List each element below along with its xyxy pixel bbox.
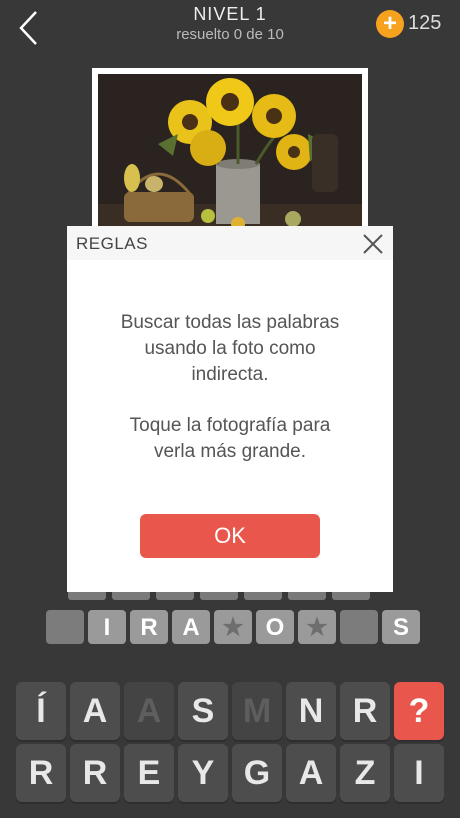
letter-key[interactable]: Í [16, 682, 66, 740]
hidden-letter-row [68, 590, 370, 600]
hint-button[interactable]: ? [394, 682, 444, 740]
letter-key[interactable]: I [394, 744, 444, 802]
dialog-title: REGLAS [76, 234, 148, 253]
rules-text-line: Buscar todas las palabras [120, 312, 340, 333]
puzzle-photo[interactable] [92, 68, 368, 238]
rules-text-line: indirecta. [191, 364, 269, 385]
star-slot[interactable]: ★ [214, 610, 252, 644]
answer-slot[interactable]: O [256, 610, 294, 644]
rules-dialog: REGLAS Buscar todas las palabras usando … [67, 226, 393, 592]
answer-slot[interactable]: R [130, 610, 168, 644]
letter-key[interactable]: Z [340, 744, 390, 802]
letter-key[interactable]: N [286, 682, 336, 740]
coin-plus-icon[interactable]: + [376, 10, 404, 38]
answer-slot[interactable]: I [88, 610, 126, 644]
letter-key[interactable]: E [124, 744, 174, 802]
letter-key[interactable]: A [286, 744, 336, 802]
letter-key-used[interactable]: M [232, 682, 282, 740]
star-slot[interactable]: ★ [298, 610, 336, 644]
answer-slot[interactable]: A [172, 610, 210, 644]
answer-slot[interactable] [46, 610, 84, 644]
rules-text-line: Toque la fotografía para [129, 415, 331, 436]
dialog-header: REGLAS [67, 226, 393, 260]
letter-key[interactable]: S [178, 682, 228, 740]
top-bar: NIVEL 1 resuelto 0 de 10 + 125 [0, 0, 460, 56]
close-icon[interactable] [361, 232, 385, 256]
answer-slot[interactable] [340, 610, 378, 644]
answer-slot[interactable]: S [382, 610, 420, 644]
rules-text-line: usando la foto como [144, 338, 316, 359]
coin-count: 125 [408, 12, 442, 34]
letter-key[interactable]: G [232, 744, 282, 802]
letter-key[interactable]: R [70, 744, 120, 802]
sunflower-still-life-image [98, 74, 362, 232]
letter-key[interactable]: A [70, 682, 120, 740]
ok-button[interactable]: OK [140, 514, 320, 558]
rules-text-line: verla más grande. [153, 441, 307, 462]
letter-key[interactable]: Y [178, 744, 228, 802]
letter-key-used[interactable]: A [124, 682, 174, 740]
letter-key[interactable]: R [340, 682, 390, 740]
letter-key[interactable]: R [16, 744, 66, 802]
